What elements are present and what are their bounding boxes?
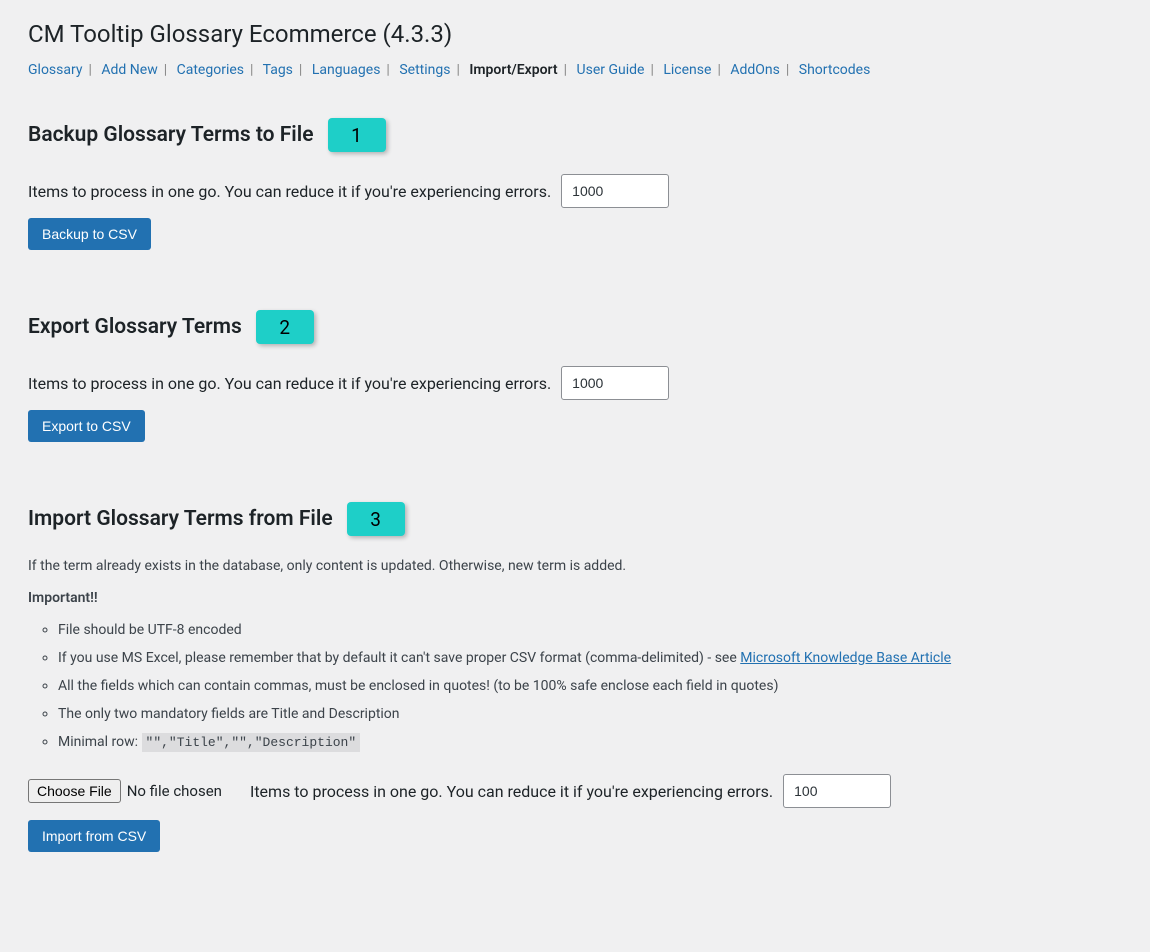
tab-shortcodes[interactable]: Shortcodes	[799, 62, 871, 78]
import-heading-text: Import Glossary Terms from File	[28, 507, 333, 531]
import-note-2-text: If you use MS Excel, please remember tha…	[58, 650, 740, 666]
tab-license[interactable]: License	[663, 62, 711, 78]
import-note-5: Minimal row: "","Title","","Description"	[58, 734, 1130, 750]
page-title: CM Tooltip Glossary Ecommerce (4.3.3)	[28, 20, 1130, 48]
section-import: Import Glossary Terms from File 3 If the…	[28, 502, 1130, 852]
import-heading: Import Glossary Terms from File 3	[28, 502, 1130, 536]
tab-add-new[interactable]: Add New	[101, 62, 157, 78]
section-export: Export Glossary Terms 2 Items to process…	[28, 310, 1130, 442]
tab-languages[interactable]: Languages	[312, 62, 381, 78]
import-note-2: If you use MS Excel, please remember tha…	[58, 650, 1130, 666]
backup-items-label: Items to process in one go. You can redu…	[28, 182, 551, 201]
import-note-3: All the fields which can contain commas,…	[58, 678, 1130, 694]
tab-categories[interactable]: Categories	[177, 62, 244, 78]
backup-heading: Backup Glossary Terms to File 1	[28, 118, 1130, 152]
tab-glossary[interactable]: Glossary	[28, 62, 82, 78]
tab-user-guide[interactable]: User Guide	[577, 62, 645, 78]
choose-file-button[interactable]: Choose File	[28, 779, 121, 803]
import-notes-list: File should be UTF-8 encoded If you use …	[28, 622, 1130, 750]
import-important-label: Important!!	[28, 590, 1130, 606]
badge-1: 1	[328, 118, 386, 152]
import-items-label: Items to process in one go. You can redu…	[250, 782, 773, 801]
import-from-csv-button[interactable]: Import from CSV	[28, 820, 160, 852]
no-file-chosen-label: No file chosen	[127, 782, 222, 800]
export-heading: Export Glossary Terms 2	[28, 310, 1130, 344]
ms-kb-link[interactable]: Microsoft Knowledge Base Article	[740, 650, 951, 666]
tab-settings[interactable]: Settings	[399, 62, 450, 78]
tab-tags[interactable]: Tags	[263, 62, 293, 78]
export-to-csv-button[interactable]: Export to CSV	[28, 410, 145, 442]
backup-heading-text: Backup Glossary Terms to File	[28, 123, 314, 147]
export-heading-text: Export Glossary Terms	[28, 315, 242, 339]
tab-import-export[interactable]: Import/Export	[469, 62, 557, 78]
badge-2: 2	[256, 310, 314, 344]
import-items-input[interactable]	[783, 774, 891, 808]
section-backup: Backup Glossary Terms to File 1 Items to…	[28, 118, 1130, 250]
backup-items-input[interactable]	[561, 174, 669, 208]
export-items-input[interactable]	[561, 366, 669, 400]
admin-tabs: Glossary| Add New| Categories| Tags| Lan…	[28, 62, 1130, 78]
badge-3: 3	[347, 502, 405, 536]
backup-to-csv-button[interactable]: Backup to CSV	[28, 218, 151, 250]
import-intro: If the term already exists in the databa…	[28, 558, 1130, 574]
tab-addons[interactable]: AddOns	[730, 62, 780, 78]
export-items-label: Items to process in one go. You can redu…	[28, 374, 551, 393]
import-note-5-text: Minimal row:	[58, 734, 142, 750]
import-note-4: The only two mandatory fields are Title …	[58, 706, 1130, 722]
import-note-5-code: "","Title","","Description"	[142, 733, 361, 752]
import-note-1: File should be UTF-8 encoded	[58, 622, 1130, 638]
